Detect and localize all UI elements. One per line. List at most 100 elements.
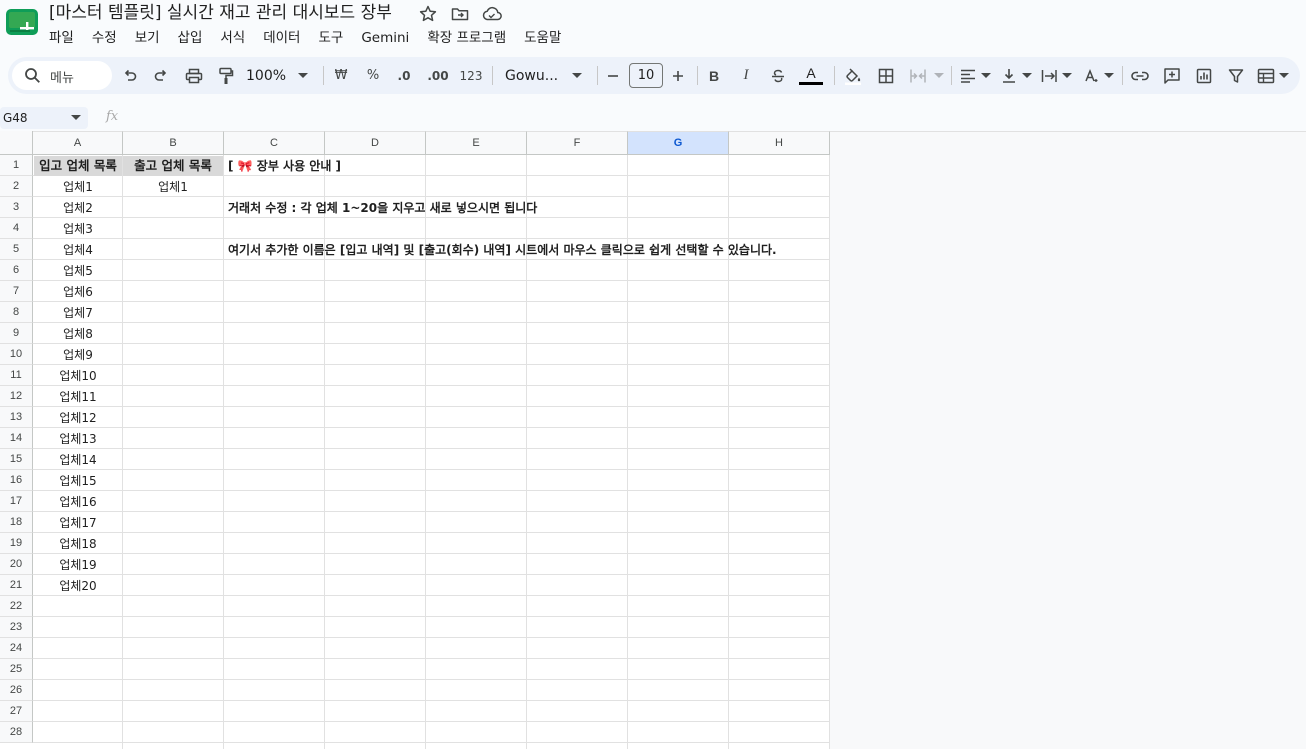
cell-a2[interactable]: 업체1 — [34, 177, 122, 197]
column-header-b[interactable]: B — [123, 131, 224, 155]
column-header-c[interactable]: C — [224, 131, 325, 155]
cell-a18[interactable]: 업체17 — [34, 513, 122, 533]
cell-a8[interactable]: 업체7 — [34, 303, 122, 323]
cell-a16[interactable]: 업체15 — [34, 471, 122, 491]
row-header-19[interactable]: 19 — [0, 533, 33, 554]
name-box[interactable]: G48 — [0, 107, 88, 129]
menu-edit[interactable]: 수정 — [83, 28, 126, 48]
percent-format-button[interactable]: % — [364, 57, 382, 94]
table-view-icon[interactable] — [1255, 57, 1277, 94]
cell-b1-header[interactable]: 출고 업체 목록 — [123, 156, 223, 176]
menu-view[interactable]: 보기 — [126, 28, 169, 48]
decrease-font-size-icon[interactable] — [605, 57, 621, 94]
column-header-h[interactable]: H — [729, 131, 830, 155]
cell-a11[interactable]: 업체10 — [34, 366, 122, 386]
font-dropdown-icon[interactable] — [570, 57, 584, 94]
column-header-d[interactable]: D — [325, 131, 426, 155]
menu-tools[interactable]: 도구 — [309, 28, 352, 48]
increase-decimal-button[interactable]: .00 — [426, 57, 450, 94]
fill-color-icon[interactable] — [842, 57, 864, 94]
cell-a13[interactable]: 업체12 — [34, 408, 122, 428]
row-header-10[interactable]: 10 — [0, 344, 33, 365]
increase-font-size-icon[interactable] — [670, 57, 686, 94]
cell-a7[interactable]: 업체6 — [34, 282, 122, 302]
row-header-25[interactable]: 25 — [0, 659, 33, 680]
filter-icon[interactable] — [1226, 57, 1246, 94]
formula-input[interactable] — [130, 107, 1300, 129]
column-header-g[interactable]: G — [628, 131, 729, 155]
row-header-12[interactable]: 12 — [0, 386, 33, 407]
document-title[interactable]: [마스터 템플릿] 실시간 재고 관리 대시보드 장부 — [49, 2, 392, 24]
row-header-2[interactable]: 2 — [0, 176, 33, 197]
cell-b2[interactable]: 업체1 — [123, 177, 223, 197]
currency-format-button[interactable]: ₩ — [332, 57, 350, 94]
undo-icon[interactable] — [120, 57, 140, 94]
row-header-11[interactable]: 11 — [0, 365, 33, 386]
row-header-27[interactable]: 27 — [0, 701, 33, 722]
italic-button[interactable]: I — [737, 57, 755, 94]
name-box-dropdown-icon[interactable] — [71, 115, 81, 121]
cell-a10[interactable]: 업체9 — [34, 345, 122, 365]
guide-line1-cell[interactable]: 거래처 수정 : 각 업체 1~20을 지우고 새로 넣으시면 됩니다 — [228, 198, 537, 218]
row-header-22[interactable]: 22 — [0, 596, 33, 617]
row-header-8[interactable]: 8 — [0, 302, 33, 323]
cell-a20[interactable]: 업체19 — [34, 555, 122, 575]
cell-a1-header[interactable]: 입고 업체 목록 — [34, 156, 122, 176]
star-icon[interactable] — [418, 4, 438, 24]
cell-a5[interactable]: 업체4 — [34, 240, 122, 260]
print-icon[interactable] — [183, 57, 205, 94]
zoom-select[interactable]: 100% — [246, 57, 294, 94]
row-header-4[interactable]: 4 — [0, 218, 33, 239]
menu-data[interactable]: 데이터 — [254, 28, 309, 48]
menu-format[interactable]: 서식 — [211, 28, 254, 48]
cell-a15[interactable]: 업체14 — [34, 450, 122, 470]
merge-cells-icon[interactable] — [907, 57, 929, 94]
column-header-e[interactable]: E — [426, 131, 527, 155]
cell-a19[interactable]: 업체18 — [34, 534, 122, 554]
insert-link-icon[interactable] — [1129, 57, 1151, 94]
menu-file[interactable]: 파일 — [40, 28, 83, 48]
menu-gemini[interactable]: Gemini — [352, 28, 418, 48]
row-header-15[interactable]: 15 — [0, 449, 33, 470]
menu-search-box[interactable]: 메뉴 — [12, 61, 112, 90]
font-size-input[interactable]: 10 — [629, 63, 663, 88]
horizontal-align-icon[interactable] — [958, 57, 978, 94]
row-header-23[interactable]: 23 — [0, 617, 33, 638]
cell-a3[interactable]: 업체2 — [34, 198, 122, 218]
column-header-f[interactable]: F — [527, 131, 628, 155]
vertical-align-dropdown-icon[interactable] — [1021, 57, 1033, 94]
menu-insert[interactable]: 삽입 — [169, 28, 212, 48]
font-select[interactable]: Gowu... — [505, 57, 565, 94]
select-all-corner[interactable] — [0, 131, 33, 155]
table-view-dropdown-icon[interactable] — [1278, 57, 1290, 94]
row-header-20[interactable]: 20 — [0, 554, 33, 575]
row-header-24[interactable]: 24 — [0, 638, 33, 659]
cell-a4[interactable]: 업체3 — [34, 219, 122, 239]
row-header-18[interactable]: 18 — [0, 512, 33, 533]
strikethrough-icon[interactable] — [768, 57, 788, 94]
vertical-align-icon[interactable] — [999, 57, 1019, 94]
menu-help[interactable]: 도움말 — [515, 28, 570, 48]
sheet-grid[interactable]: ABCDEFGH 1 2 3 4 5 6 7 8 9 10 11 12 13 14 15 16 17 18 19 20… — [0, 131, 830, 749]
more-formats-button[interactable]: 123 — [459, 57, 483, 94]
cell-a9[interactable]: 업체8 — [34, 324, 122, 344]
insert-comment-icon[interactable] — [1161, 57, 1183, 94]
horizontal-align-dropdown-icon[interactable] — [980, 57, 992, 94]
redo-icon[interactable] — [151, 57, 171, 94]
cloud-saved-icon[interactable] — [481, 4, 502, 24]
merge-dropdown-icon[interactable] — [933, 57, 945, 94]
row-header-26[interactable]: 26 — [0, 680, 33, 701]
text-wrapping-icon[interactable] — [1039, 57, 1059, 94]
sheets-logo-icon[interactable] — [6, 9, 38, 35]
zoom-dropdown-icon[interactable] — [296, 57, 310, 94]
column-header-a[interactable]: A — [33, 131, 123, 155]
borders-icon[interactable] — [875, 57, 897, 94]
row-header-14[interactable]: 14 — [0, 428, 33, 449]
cell-a21[interactable]: 업체20 — [34, 576, 122, 596]
row-header-21[interactable]: 21 — [0, 575, 33, 596]
insert-chart-icon[interactable] — [1193, 57, 1215, 94]
guide-title-cell[interactable]: [ 🎀 장부 사용 안내 ] — [228, 156, 341, 176]
menu-extensions[interactable]: 확장 프로그램 — [418, 28, 515, 48]
row-header-17[interactable]: 17 — [0, 491, 33, 512]
row-header-7[interactable]: 7 — [0, 281, 33, 302]
